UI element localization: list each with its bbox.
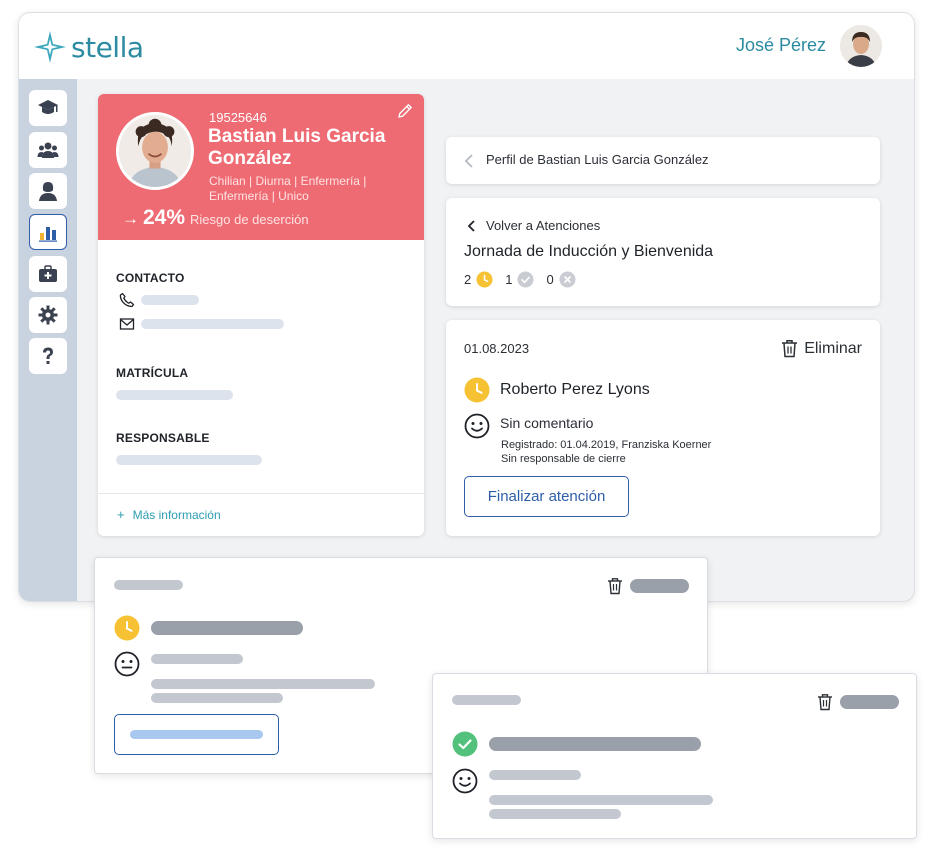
skeleton-delete-label [840, 695, 899, 709]
bar-chart-icon [39, 227, 57, 242]
skeleton-meta-line [151, 693, 283, 703]
skeleton-comment [151, 654, 243, 664]
pending-count: 2 [464, 272, 472, 287]
medical-kit-icon [39, 265, 57, 282]
sidebar-item-settings[interactable] [29, 297, 67, 333]
user-name[interactable]: José Pérez [736, 35, 826, 56]
skeleton-meta-line [489, 795, 713, 805]
registered-info: Registrado: 01.04.2019, Franziska Koerne… [501, 439, 712, 451]
sidebar-item-groups[interactable] [29, 132, 67, 168]
student-id: 19525646 [209, 110, 267, 125]
attention-meta: Registrado: 01.04.2019, Franziska Koerne… [501, 438, 711, 466]
smile-face-icon [464, 413, 490, 439]
back-link-label: Volver a Atenciones [486, 218, 601, 233]
advisor-icon [39, 182, 57, 201]
group-icon [37, 142, 59, 158]
skeleton-person [151, 621, 303, 635]
dropout-risk: → 24% Riesgo de deserción [122, 206, 309, 230]
user-avatar[interactable] [840, 25, 882, 67]
contact-heading: CONTACTO [116, 271, 185, 285]
email-placeholder [141, 319, 284, 329]
sidebar-item-reports[interactable] [29, 214, 67, 250]
sidebar-item-students[interactable] [29, 90, 67, 126]
sidebar-item-advisors[interactable] [29, 173, 67, 209]
risk-percent: 24% [143, 206, 186, 229]
gear-icon [38, 305, 58, 325]
student-program-meta: Chilian | Diurna | Enfermería | Enfermer… [209, 174, 367, 203]
sidebar [19, 79, 77, 601]
stella-logo[interactable]: stella [33, 29, 144, 65]
clock-icon [476, 271, 493, 288]
finish-attention-button[interactable]: Finalizar atención [464, 476, 629, 517]
student-profile-card: 19525646 Bastian Luis Garcia González Ch… [98, 94, 424, 536]
closure-info: Sin responsable de cierre [501, 453, 626, 465]
clock-icon [114, 615, 140, 641]
attention-comment: Sin comentario [464, 413, 593, 439]
arrow-right-icon: → [122, 209, 139, 228]
event-panel: Volver a Atenciones Jornada de Inducción… [446, 198, 880, 306]
skeleton-meta-line [151, 679, 375, 689]
skeleton-comment [489, 770, 581, 780]
skeleton-date [114, 580, 183, 590]
clock-icon [464, 377, 490, 403]
back-to-attentions-link[interactable]: Volver a Atenciones [466, 218, 600, 233]
skeleton-attention-card [432, 673, 917, 839]
check-circle-icon [517, 271, 534, 288]
delete-button[interactable]: Eliminar [781, 339, 862, 358]
event-title: Jornada de Inducción y Bienvenida [464, 243, 714, 260]
trash-icon [608, 578, 622, 595]
breadcrumb: Perfil de Bastian Luis Garcia González [446, 137, 880, 184]
top-bar: stella José Pérez [19, 13, 914, 79]
plus-icon: + [117, 507, 125, 522]
enrollment-heading: MATRÍCULA [116, 366, 189, 380]
attention-counts: 2 1 0 [464, 271, 588, 288]
neutral-face-icon [114, 651, 140, 677]
chevron-left-icon [467, 219, 475, 232]
edit-pencil-icon[interactable] [396, 102, 414, 120]
comment-text: Sin comentario [500, 415, 594, 431]
student-name: Bastian Luis Garcia González [208, 126, 386, 169]
more-info-label: Más información [132, 507, 221, 522]
phone-placeholder [141, 295, 199, 305]
skeleton-date [452, 695, 521, 705]
trash-icon [782, 340, 798, 358]
cancelled-count: 0 [546, 272, 554, 287]
phone-icon [119, 292, 135, 308]
responsible-placeholder [116, 455, 262, 465]
stella-star-icon [34, 31, 66, 63]
app-window: stella José Pérez 19525646 Bastian Luis … [18, 12, 915, 602]
attention-card: 01.08.2023 Eliminar Roberto Perez Lyons [446, 320, 880, 536]
brand-name: stella [71, 30, 144, 64]
done-count: 1 [505, 272, 513, 287]
enrollment-placeholder [116, 390, 233, 400]
skeleton-finish-button [114, 714, 279, 755]
help-icon [43, 347, 53, 364]
divider [98, 493, 424, 494]
mail-icon [119, 318, 135, 330]
trash-icon [818, 694, 832, 711]
chevron-left-icon[interactable] [463, 153, 475, 169]
responsible-heading: RESPONSABLE [116, 431, 210, 445]
person-name: Roberto Perez Lyons [500, 381, 650, 398]
skeleton-delete-label [630, 579, 689, 593]
skeleton-meta-line [489, 809, 621, 819]
risk-label: Riesgo de deserción [190, 212, 309, 227]
more-info-link[interactable]: + Más información [117, 507, 221, 522]
check-circle-icon [452, 731, 478, 757]
sidebar-item-help[interactable] [29, 338, 67, 374]
smile-face-icon [452, 768, 478, 794]
skeleton-person [489, 737, 701, 751]
graduation-cap-icon [38, 100, 58, 114]
delete-label: Eliminar [804, 339, 862, 357]
profile-header: 19525646 Bastian Luis Garcia González Ch… [98, 94, 424, 240]
breadcrumb-link[interactable]: Perfil de Bastian Luis Garcia González [486, 152, 709, 167]
attention-date: 01.08.2023 [464, 341, 530, 356]
x-circle-icon [559, 271, 576, 288]
attention-person: Roberto Perez Lyons [464, 377, 650, 403]
sidebar-item-health[interactable] [29, 256, 67, 292]
student-photo [116, 112, 194, 190]
